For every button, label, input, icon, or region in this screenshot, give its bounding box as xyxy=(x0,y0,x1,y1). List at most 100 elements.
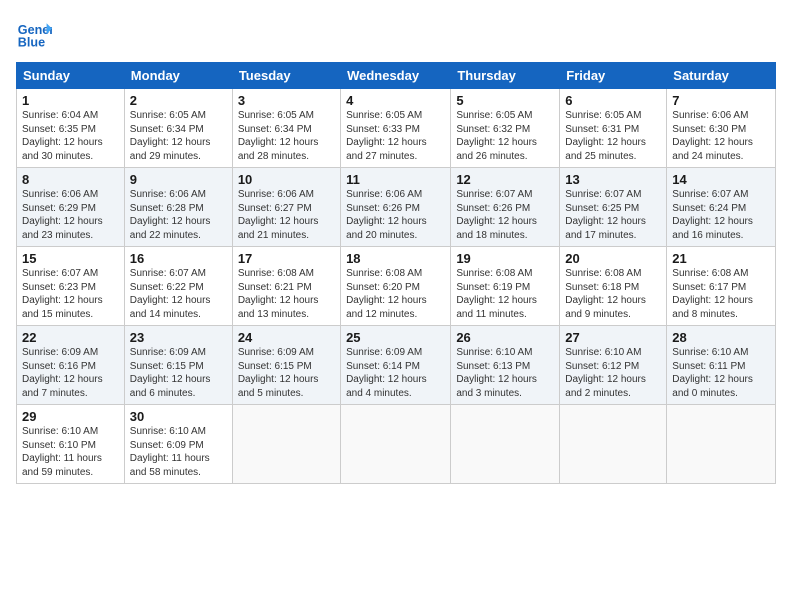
calendar-cell: 21Sunrise: 6:08 AMSunset: 6:17 PMDayligh… xyxy=(667,247,776,326)
day-number: 3 xyxy=(238,93,335,108)
calendar-cell: 22Sunrise: 6:09 AMSunset: 6:16 PMDayligh… xyxy=(17,326,125,405)
page-container: General Blue SundayMondayTuesdayWednesda… xyxy=(0,0,792,492)
day-info: Sunrise: 6:09 AMSunset: 6:15 PMDaylight:… xyxy=(130,346,227,400)
calendar-week-4: 22Sunrise: 6:09 AMSunset: 6:16 PMDayligh… xyxy=(17,326,776,405)
svg-text:Blue: Blue xyxy=(18,36,45,50)
day-info: Sunrise: 6:06 AMSunset: 6:27 PMDaylight:… xyxy=(238,188,335,242)
calendar-cell: 27Sunrise: 6:10 AMSunset: 6:12 PMDayligh… xyxy=(560,326,667,405)
day-info: Sunrise: 6:10 AMSunset: 6:13 PMDaylight:… xyxy=(456,346,554,400)
day-number: 6 xyxy=(565,93,661,108)
day-info: Sunrise: 6:06 AMSunset: 6:29 PMDaylight:… xyxy=(22,188,119,242)
day-number: 11 xyxy=(346,172,445,187)
day-number: 18 xyxy=(346,251,445,266)
calendar-cell: 7Sunrise: 6:06 AMSunset: 6:30 PMDaylight… xyxy=(667,89,776,168)
day-info: Sunrise: 6:07 AMSunset: 6:26 PMDaylight:… xyxy=(456,188,554,242)
day-number: 26 xyxy=(456,330,554,345)
calendar-cell: 8Sunrise: 6:06 AMSunset: 6:29 PMDaylight… xyxy=(17,168,125,247)
calendar-cell: 15Sunrise: 6:07 AMSunset: 6:23 PMDayligh… xyxy=(17,247,125,326)
day-number: 8 xyxy=(22,172,119,187)
calendar-cell: 13Sunrise: 6:07 AMSunset: 6:25 PMDayligh… xyxy=(560,168,667,247)
day-number: 4 xyxy=(346,93,445,108)
day-info: Sunrise: 6:07 AMSunset: 6:22 PMDaylight:… xyxy=(130,267,227,321)
day-info: Sunrise: 6:06 AMSunset: 6:28 PMDaylight:… xyxy=(130,188,227,242)
calendar-cell: 5Sunrise: 6:05 AMSunset: 6:32 PMDaylight… xyxy=(451,89,560,168)
logo: General Blue xyxy=(16,16,58,52)
calendar-header-friday: Friday xyxy=(560,63,667,89)
calendar-cell: 6Sunrise: 6:05 AMSunset: 6:31 PMDaylight… xyxy=(560,89,667,168)
day-number: 19 xyxy=(456,251,554,266)
day-info: Sunrise: 6:05 AMSunset: 6:34 PMDaylight:… xyxy=(238,109,335,163)
day-info: Sunrise: 6:05 AMSunset: 6:33 PMDaylight:… xyxy=(346,109,445,163)
day-number: 9 xyxy=(130,172,227,187)
calendar-cell: 9Sunrise: 6:06 AMSunset: 6:28 PMDaylight… xyxy=(124,168,232,247)
calendar-week-5: 29Sunrise: 6:10 AMSunset: 6:10 PMDayligh… xyxy=(17,405,776,484)
day-info: Sunrise: 6:09 AMSunset: 6:16 PMDaylight:… xyxy=(22,346,119,400)
calendar-cell: 18Sunrise: 6:08 AMSunset: 6:20 PMDayligh… xyxy=(341,247,451,326)
calendar-cell: 16Sunrise: 6:07 AMSunset: 6:22 PMDayligh… xyxy=(124,247,232,326)
calendar-cell: 28Sunrise: 6:10 AMSunset: 6:11 PMDayligh… xyxy=(667,326,776,405)
day-number: 29 xyxy=(22,409,119,424)
calendar-week-2: 8Sunrise: 6:06 AMSunset: 6:29 PMDaylight… xyxy=(17,168,776,247)
calendar-header-monday: Monday xyxy=(124,63,232,89)
day-number: 28 xyxy=(672,330,770,345)
calendar-cell: 29Sunrise: 6:10 AMSunset: 6:10 PMDayligh… xyxy=(17,405,125,484)
day-info: Sunrise: 6:04 AMSunset: 6:35 PMDaylight:… xyxy=(22,109,119,163)
calendar-cell xyxy=(667,405,776,484)
day-number: 17 xyxy=(238,251,335,266)
calendar-header-wednesday: Wednesday xyxy=(341,63,451,89)
calendar-cell xyxy=(232,405,340,484)
calendar-cell: 20Sunrise: 6:08 AMSunset: 6:18 PMDayligh… xyxy=(560,247,667,326)
day-number: 5 xyxy=(456,93,554,108)
day-info: Sunrise: 6:05 AMSunset: 6:34 PMDaylight:… xyxy=(130,109,227,163)
day-info: Sunrise: 6:08 AMSunset: 6:19 PMDaylight:… xyxy=(456,267,554,321)
calendar-cell: 3Sunrise: 6:05 AMSunset: 6:34 PMDaylight… xyxy=(232,89,340,168)
day-info: Sunrise: 6:09 AMSunset: 6:14 PMDaylight:… xyxy=(346,346,445,400)
calendar-cell: 14Sunrise: 6:07 AMSunset: 6:24 PMDayligh… xyxy=(667,168,776,247)
day-info: Sunrise: 6:10 AMSunset: 6:12 PMDaylight:… xyxy=(565,346,661,400)
calendar-cell: 12Sunrise: 6:07 AMSunset: 6:26 PMDayligh… xyxy=(451,168,560,247)
calendar-header-thursday: Thursday xyxy=(451,63,560,89)
calendar-cell: 17Sunrise: 6:08 AMSunset: 6:21 PMDayligh… xyxy=(232,247,340,326)
day-number: 23 xyxy=(130,330,227,345)
calendar-header-sunday: Sunday xyxy=(17,63,125,89)
day-info: Sunrise: 6:06 AMSunset: 6:26 PMDaylight:… xyxy=(346,188,445,242)
day-info: Sunrise: 6:07 AMSunset: 6:23 PMDaylight:… xyxy=(22,267,119,321)
day-number: 25 xyxy=(346,330,445,345)
day-info: Sunrise: 6:05 AMSunset: 6:31 PMDaylight:… xyxy=(565,109,661,163)
day-number: 10 xyxy=(238,172,335,187)
header: General Blue xyxy=(16,16,776,52)
day-number: 2 xyxy=(130,93,227,108)
day-number: 22 xyxy=(22,330,119,345)
calendar-week-1: 1Sunrise: 6:04 AMSunset: 6:35 PMDaylight… xyxy=(17,89,776,168)
calendar-header-row: SundayMondayTuesdayWednesdayThursdayFrid… xyxy=(17,63,776,89)
day-number: 27 xyxy=(565,330,661,345)
day-info: Sunrise: 6:08 AMSunset: 6:21 PMDaylight:… xyxy=(238,267,335,321)
day-number: 13 xyxy=(565,172,661,187)
calendar-header-tuesday: Tuesday xyxy=(232,63,340,89)
calendar-cell: 30Sunrise: 6:10 AMSunset: 6:09 PMDayligh… xyxy=(124,405,232,484)
day-number: 16 xyxy=(130,251,227,266)
day-info: Sunrise: 6:08 AMSunset: 6:17 PMDaylight:… xyxy=(672,267,770,321)
calendar-cell xyxy=(451,405,560,484)
calendar-cell: 2Sunrise: 6:05 AMSunset: 6:34 PMDaylight… xyxy=(124,89,232,168)
calendar-week-3: 15Sunrise: 6:07 AMSunset: 6:23 PMDayligh… xyxy=(17,247,776,326)
day-number: 24 xyxy=(238,330,335,345)
calendar-cell: 4Sunrise: 6:05 AMSunset: 6:33 PMDaylight… xyxy=(341,89,451,168)
day-info: Sunrise: 6:10 AMSunset: 6:10 PMDaylight:… xyxy=(22,425,119,479)
day-number: 30 xyxy=(130,409,227,424)
day-number: 1 xyxy=(22,93,119,108)
day-number: 15 xyxy=(22,251,119,266)
day-info: Sunrise: 6:08 AMSunset: 6:20 PMDaylight:… xyxy=(346,267,445,321)
day-number: 21 xyxy=(672,251,770,266)
calendar-cell: 24Sunrise: 6:09 AMSunset: 6:15 PMDayligh… xyxy=(232,326,340,405)
day-number: 12 xyxy=(456,172,554,187)
calendar-cell: 23Sunrise: 6:09 AMSunset: 6:15 PMDayligh… xyxy=(124,326,232,405)
calendar-cell: 26Sunrise: 6:10 AMSunset: 6:13 PMDayligh… xyxy=(451,326,560,405)
calendar-cell: 1Sunrise: 6:04 AMSunset: 6:35 PMDaylight… xyxy=(17,89,125,168)
day-info: Sunrise: 6:07 AMSunset: 6:25 PMDaylight:… xyxy=(565,188,661,242)
day-info: Sunrise: 6:06 AMSunset: 6:30 PMDaylight:… xyxy=(672,109,770,163)
calendar-cell xyxy=(560,405,667,484)
day-number: 20 xyxy=(565,251,661,266)
day-number: 14 xyxy=(672,172,770,187)
day-info: Sunrise: 6:10 AMSunset: 6:09 PMDaylight:… xyxy=(130,425,227,479)
